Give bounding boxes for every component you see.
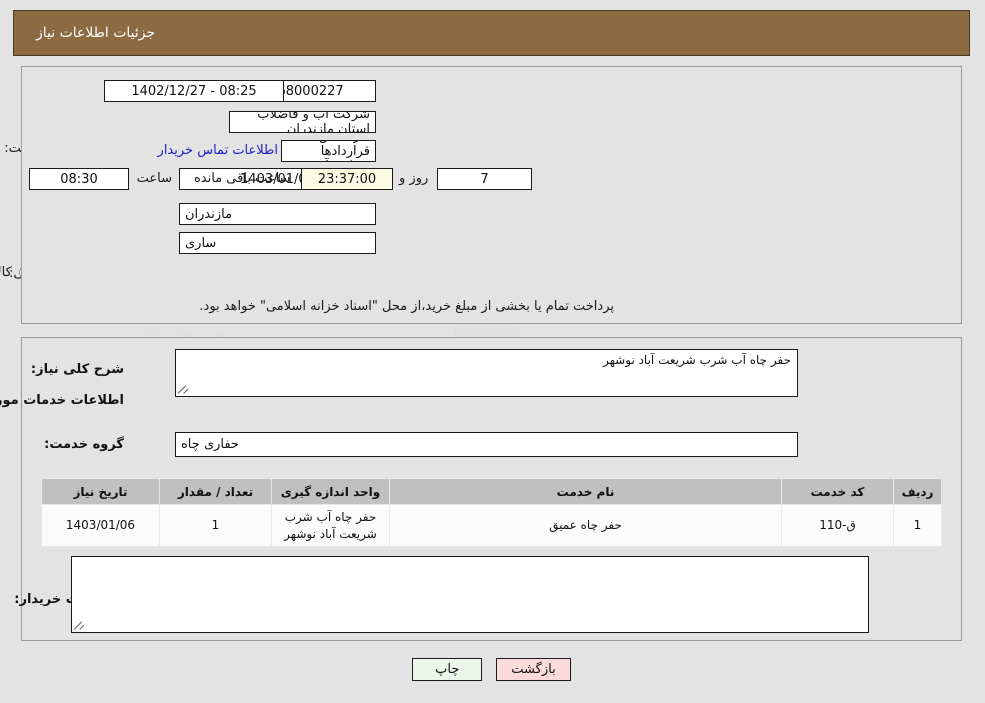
services-table-wrapper: ردیف کد خدمت نام خدمت واحد اندازه گیری ت… [42,478,943,547]
purchase-type-note: پرداخت تمام یا بخشی از مبلغ خرید،از محل … [200,299,615,314]
resize-grip-icon-comments[interactable] [74,620,86,631]
reply-deadline-time-label: ساعت [137,171,173,186]
buyer-org-value: شرکت آب و فاضلاب استان مازندران [230,111,377,133]
reply-deadline-time: 08:30 [30,168,130,190]
buyer-contact-link[interactable]: اطلاعات تماس خریدار [159,143,279,158]
services-heading: اطلاعات خدمات مورد نیاز [0,393,125,408]
general-description-label: شرح کلی نیاز: [31,362,125,377]
cell-service-code: ق-110 [782,504,895,547]
cell-quantity: 1 [160,504,273,547]
service-group-label: گروه خدمت: [45,437,125,452]
announce-datetime-value: 1402/12/27 - 08:25 [105,80,285,102]
th-service-code: کد خدمت [782,478,895,505]
cell-need-date: 1403/01/06 [42,504,161,547]
table-header-row: ردیف کد خدمت نام خدمت واحد اندازه گیری ت… [42,478,943,505]
print-button[interactable]: چاپ [413,658,484,681]
request-creator-value: احمد برزگر اسکندرکلائی کارشناس قراردادها… [282,140,377,162]
th-unit: واحد اندازه گیری [272,478,391,505]
days-remaining-value: 7 [438,168,533,190]
services-table: ردیف کد خدمت نام خدمت واحد اندازه گیری ت… [42,478,943,547]
page-title: جزئیات اطلاعات نیاز [37,25,157,41]
days-remaining-suffix: روز و [400,171,430,186]
cell-service-name: حفر چاه عمیق [390,504,783,547]
table-row: 1 ق-110 حفر چاه عمیق حفر چاه آب شرب شریع… [42,504,943,547]
th-need-date: تاریخ نیاز [42,478,161,505]
page-root: W AriaTender.net جزئیات اطلاعات نیاز شما… [0,0,985,703]
page-header: جزئیات اطلاعات نیاز [14,10,971,56]
footer-buttons: بازگشت چاپ [0,658,985,681]
general-description-value: حفر چاه آب شرب شریعت آباد نوشهر [604,353,792,367]
need-info-panel [22,66,963,324]
resize-grip-icon[interactable] [178,384,190,395]
countdown-suffix: ساعت باقی مانده [195,171,292,186]
th-quantity: تعداد / مقدار [160,478,273,505]
buyer-comments-textarea[interactable] [72,556,870,633]
general-description-textarea[interactable]: حفر چاه آب شرب شریعت آباد نوشهر [176,349,799,397]
radio-label-kala-khedmat: کالا/خدمت [0,265,13,280]
th-radif: ردیف [894,478,943,505]
delivery-city-value: ساری [180,232,377,254]
th-service-name: نام خدمت [390,478,783,505]
cell-radif: 1 [894,504,943,547]
service-group-value: حفاری چاه [176,432,799,457]
countdown-value: 23:37:00 [302,168,394,190]
delivery-province-value: مازندران [180,203,377,225]
return-button[interactable]: بازگشت [497,658,572,681]
cell-unit: حفر چاه آب شرب شریعت آباد نوشهر [272,504,391,547]
